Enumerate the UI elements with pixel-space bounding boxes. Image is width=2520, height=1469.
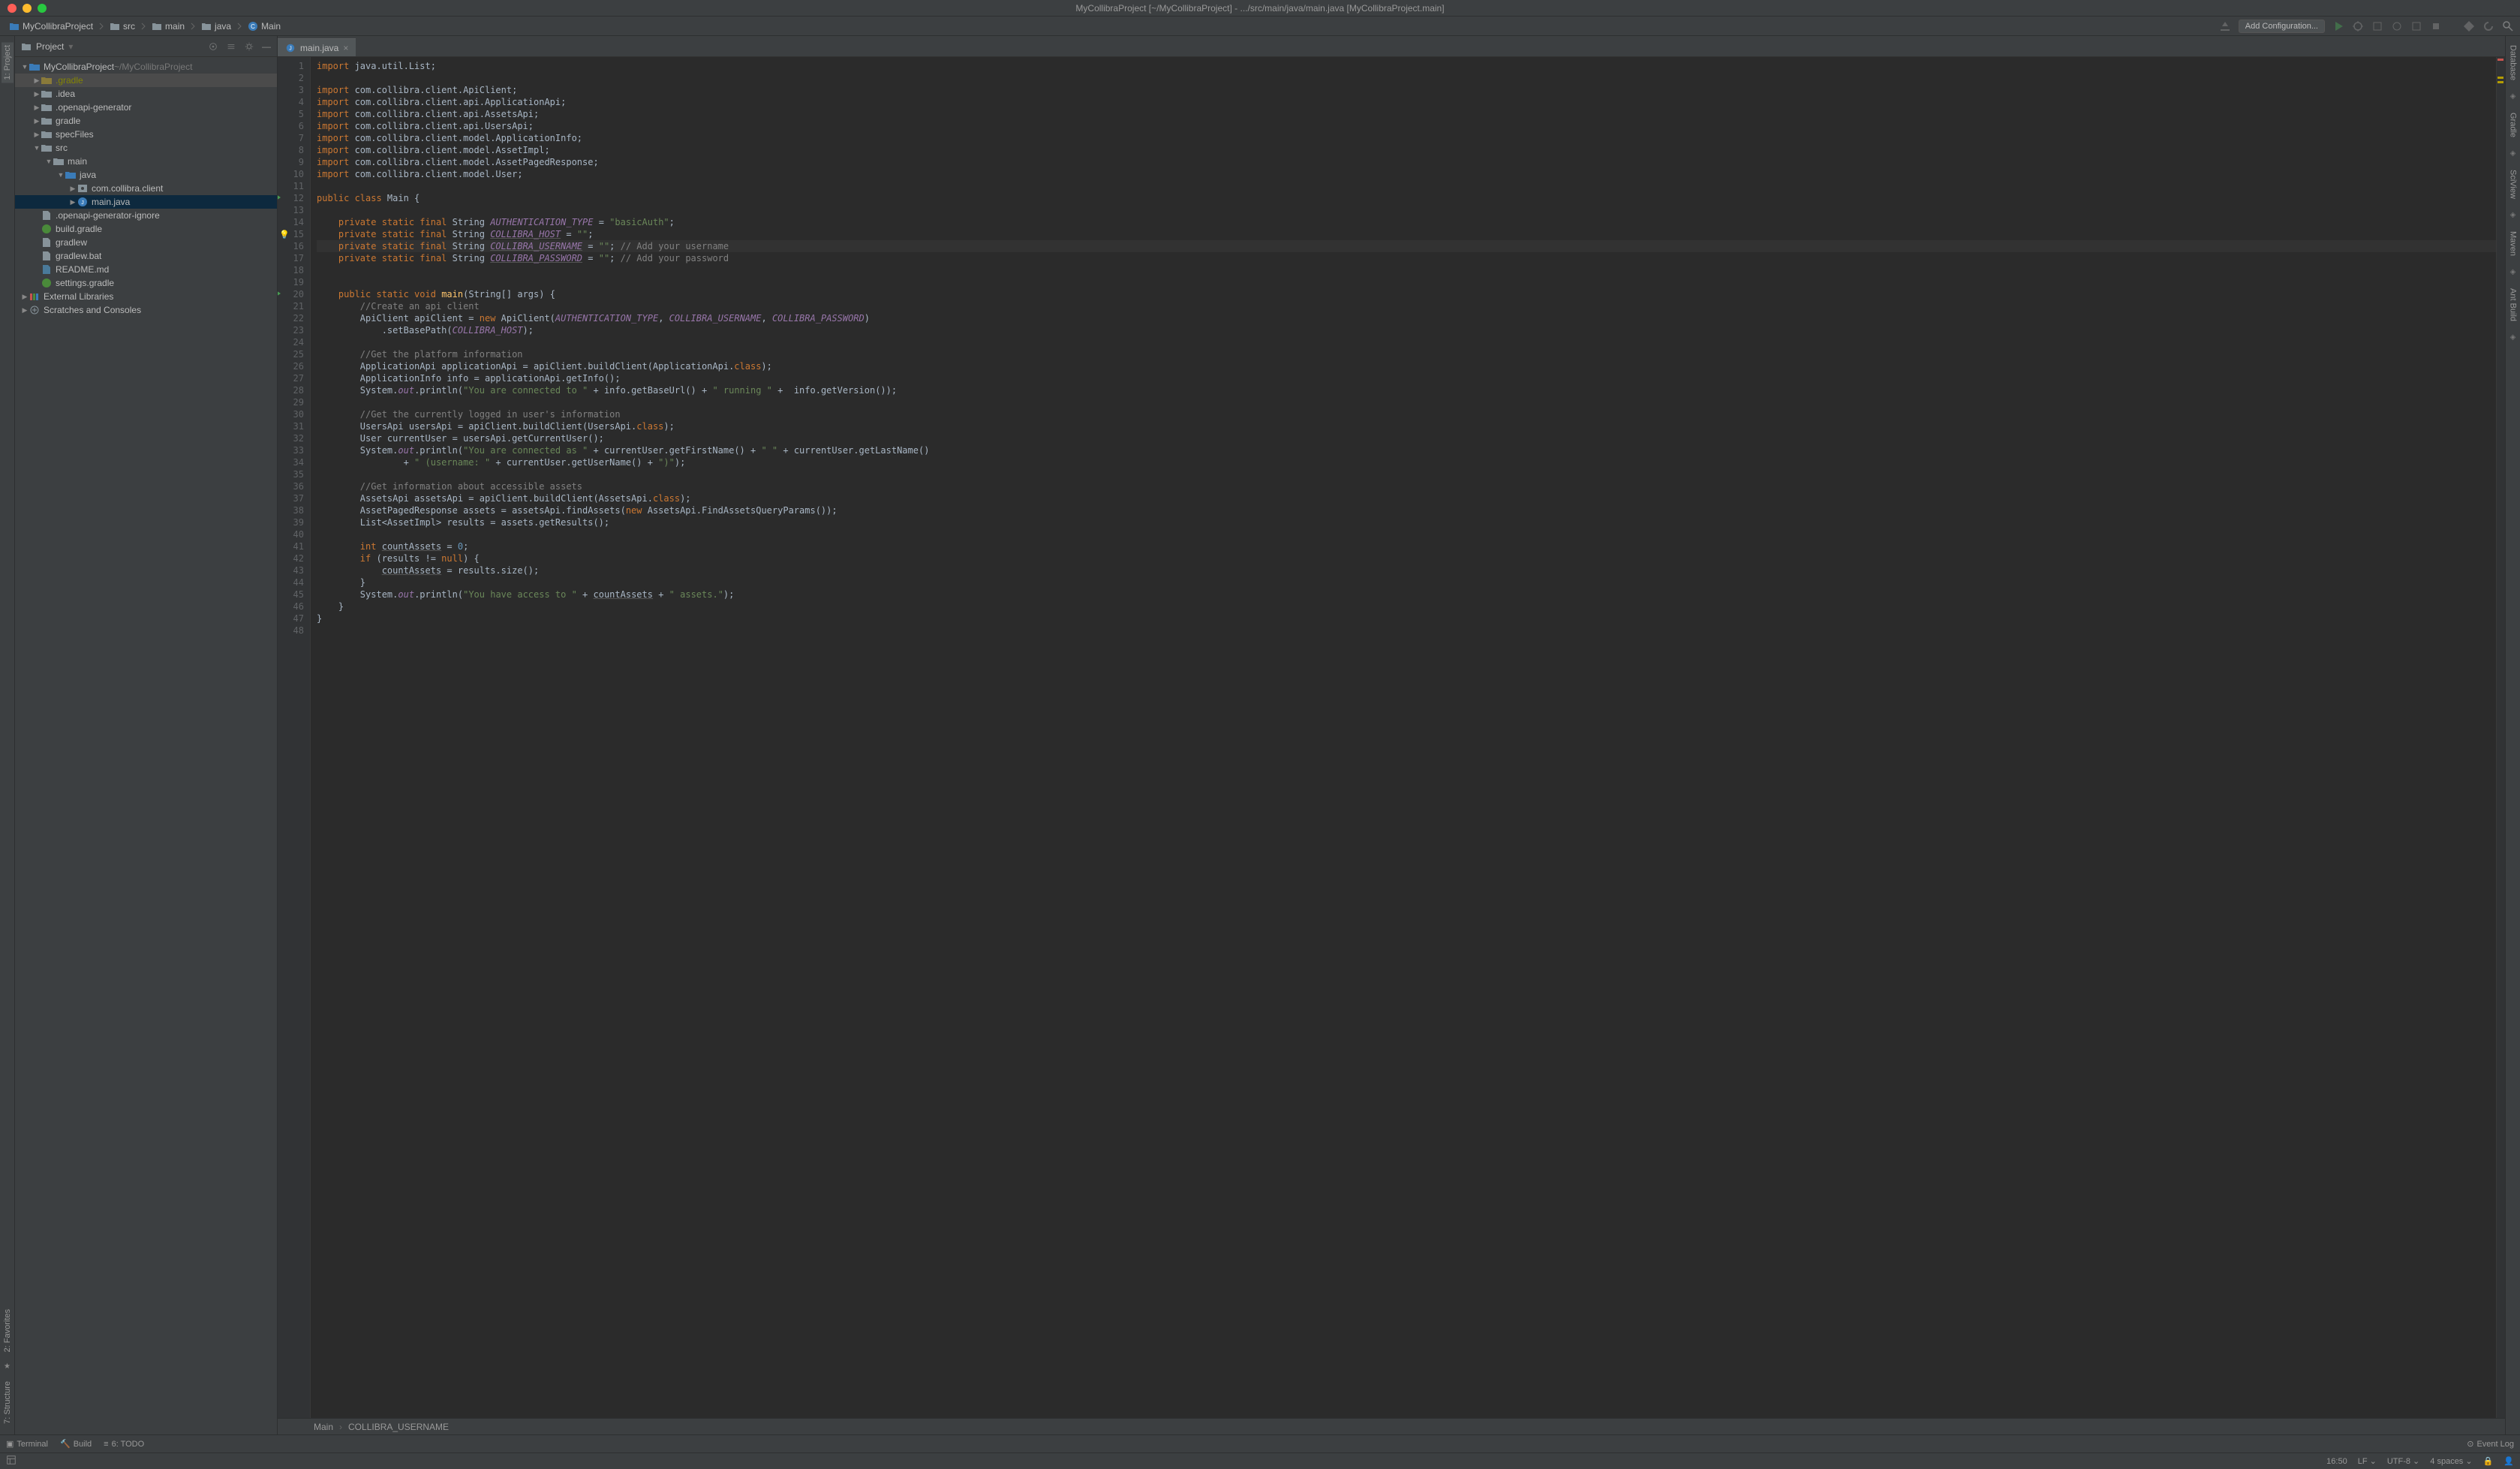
attach-icon[interactable]	[2410, 20, 2422, 32]
svg-text:C: C	[251, 23, 255, 30]
editor-tabs: J main.java ×	[278, 36, 2505, 57]
event-log-button[interactable]: ⊙Event Log	[2467, 1439, 2514, 1449]
tree-node--openapi-generator-ignore[interactable]: .openapi-generator-ignore	[15, 209, 277, 222]
tree-node-gradle[interactable]: ▶gradle	[15, 114, 277, 128]
search-icon[interactable]	[2502, 20, 2514, 32]
hide-panel-icon[interactable]: —	[262, 41, 271, 52]
tree-node-external-libraries[interactable]: ▶External Libraries	[15, 290, 277, 303]
close-window-button[interactable]	[8, 4, 17, 13]
project-header-icon	[21, 42, 32, 51]
tree-node-gradlew[interactable]: gradlew	[15, 236, 277, 249]
status-left	[6, 1455, 17, 1467]
zoom-window-button[interactable]	[38, 4, 47, 13]
status-bar: 16:50 LF ⌄ UTF-8 ⌄ 4 spaces ⌄ 🔒 👤	[0, 1452, 2520, 1469]
tool-tab-maven[interactable]: Maven	[2507, 228, 2519, 259]
project-title[interactable]: Project	[36, 41, 64, 52]
window-controls	[0, 4, 47, 13]
bottom-tab-terminal[interactable]: ▣Terminal	[6, 1439, 48, 1449]
svg-text:J: J	[81, 200, 84, 206]
project-header: Project ▾ —	[15, 36, 277, 57]
tool-tab-project[interactable]: 1: Project	[2, 42, 14, 83]
indent-indicator[interactable]: 4 spaces ⌄	[2430, 1456, 2472, 1466]
tree-node-src[interactable]: ▼src	[15, 141, 277, 155]
left-tool-strip: 1: Project2: Favorites★7: Structure	[0, 36, 15, 1434]
tree-node-java[interactable]: ▼java	[15, 168, 277, 182]
right-tool-strip: Database◈Gradle◈SciView◈Maven◈Ant Build◈	[2505, 36, 2520, 1434]
tree-node-mycollibraproject[interactable]: ▼MyCollibraProject ~/MyCollibraProject	[15, 60, 277, 74]
collapse-icon[interactable]	[226, 41, 236, 52]
tree-node-com-collibra-client[interactable]: ▶com.collibra.client	[15, 182, 277, 195]
editor-viewport[interactable]: 123456789101112131415💡161718192021222324…	[278, 57, 2505, 1418]
tree-node-specfiles[interactable]: ▶specFiles	[15, 128, 277, 141]
window-title: MyCollibraProject [~/MyCollibraProject] …	[1075, 3, 1444, 14]
close-tab-icon[interactable]: ×	[343, 43, 348, 53]
project-tree[interactable]: ▼MyCollibraProject ~/MyCollibraProject▶.…	[15, 57, 277, 317]
debug-icon[interactable]	[2352, 20, 2364, 32]
git-icon[interactable]	[2463, 20, 2475, 32]
navigation-bar: MyCollibraProject srcmain java CMain Add Co…	[0, 17, 2520, 36]
update-icon[interactable]	[2482, 20, 2494, 32]
tree-node--gradle[interactable]: ▶.gradle	[15, 74, 277, 87]
breadcrumb-main[interactable]: main	[149, 20, 188, 33]
run-icon[interactable]	[2332, 20, 2344, 32]
line-separator-indicator[interactable]: LF ⌄	[2358, 1456, 2377, 1466]
tree-node-main-java[interactable]: ▶Jmain.java	[15, 195, 277, 209]
breadcrumb-src[interactable]: src	[107, 20, 138, 33]
crumb-member[interactable]: COLLIBRA_USERNAME	[348, 1422, 449, 1432]
tab-label: main.java	[300, 43, 338, 53]
tab-main-java[interactable]: J main.java ×	[278, 38, 356, 56]
tree-node--openapi-generator[interactable]: ▶.openapi-generator	[15, 101, 277, 114]
breadcrumb: MyCollibraProject srcmain java CMain	[6, 20, 284, 33]
svg-text:J: J	[289, 46, 292, 51]
code-area[interactable]: import java.util.List; import com.collib…	[311, 57, 2496, 1418]
profiler-icon[interactable]	[2391, 20, 2403, 32]
tree-node--idea[interactable]: ▶.idea	[15, 87, 277, 101]
minimize-window-button[interactable]	[23, 4, 32, 13]
tool-tab-database[interactable]: Database	[2507, 42, 2519, 83]
breadcrumb-java[interactable]: java	[198, 20, 234, 33]
tool-tab-gradle[interactable]: Gradle	[2507, 110, 2519, 140]
editor-area: J main.java × 123456789101112131415💡1617…	[278, 36, 2505, 1434]
breadcrumb-main[interactable]: CMain	[245, 20, 284, 33]
title-bar: MyCollibraProject [~/MyCollibraProject] …	[0, 0, 2520, 17]
stop-icon[interactable]	[2430, 20, 2442, 32]
tree-node-main[interactable]: ▼main	[15, 155, 277, 168]
line-column-indicator[interactable]: 16:50	[2326, 1457, 2347, 1466]
line-gutter[interactable]: 123456789101112131415💡161718192021222324…	[278, 57, 311, 1418]
tool-tab----favorites[interactable]: 2: Favorites	[2, 1306, 14, 1355]
tool-windows-icon[interactable]	[6, 1455, 17, 1465]
tree-node-settings-gradle[interactable]: settings.gradle	[15, 276, 277, 290]
tree-node-scratches-and-consoles[interactable]: ▶Scratches and Consoles	[15, 303, 277, 317]
tool-tab-ant-build[interactable]: Ant Build	[2507, 285, 2519, 324]
bottom-tab-build[interactable]: 🔨Build	[60, 1439, 92, 1449]
crumb-class[interactable]: Main	[314, 1422, 333, 1432]
encoding-indicator[interactable]: UTF-8 ⌄	[2387, 1456, 2419, 1466]
error-stripe[interactable]	[2496, 57, 2505, 1418]
java-file-icon: J	[285, 43, 296, 53]
tree-node-readme-md[interactable]: README.md	[15, 263, 277, 276]
tree-node-build-gradle[interactable]: build.gradle	[15, 222, 277, 236]
tree-node-gradlew-bat[interactable]: gradlew.bat	[15, 249, 277, 263]
bottom-tab----todo[interactable]: ≡6: TODO	[104, 1439, 144, 1449]
readonly-lock-icon[interactable]: 🔒	[2483, 1456, 2494, 1466]
breadcrumb-bar: Main › COLLIBRA_USERNAME	[278, 1418, 2505, 1434]
coverage-icon[interactable]	[2371, 20, 2383, 32]
tool-tab-sciview[interactable]: SciView	[2507, 167, 2519, 202]
project-sidebar: Project ▾ — ▼MyCollibraProject ~/MyColli…	[15, 36, 278, 1434]
add-configuration-button[interactable]: Add Configuration...	[2239, 20, 2325, 33]
bottom-tool-bar: ▣Terminal 🔨Build ≡6: TODO ⊙Event Log	[0, 1434, 2520, 1452]
build-icon[interactable]	[2219, 20, 2231, 32]
toolbar-right: Add Configuration...	[2219, 20, 2514, 33]
breadcrumb-mycollibraproject[interactable]: MyCollibraProject	[6, 20, 96, 33]
inspection-indicator[interactable]: 👤	[2503, 1456, 2514, 1466]
gear-icon[interactable]	[244, 41, 254, 52]
target-icon[interactable]	[208, 41, 218, 52]
tool-tab----structure[interactable]: 7: Structure	[2, 1378, 14, 1427]
